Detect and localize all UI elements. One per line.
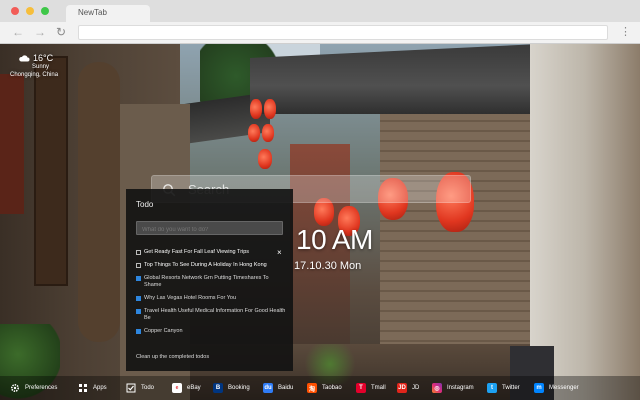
todo-item-text: Travel Health Useful Medical Information… [144,308,286,321]
ebay-icon: e [172,383,182,393]
todo-item-text: Top Things To See During A Holiday In Ho… [144,262,267,268]
todo-item[interactable]: Get Ready Fast For Fall Leaf Viewing Tri… [136,249,286,256]
tmall-icon: T [356,383,366,393]
weather-widget[interactable]: 16°C Sunny Chongqing, China [10,53,58,78]
weather-condition: Sunny [32,64,50,70]
todo-item[interactable]: Global Resorts Network Grn Putting Times… [136,275,286,289]
bottom-item-preferences[interactable]: Preferences [10,376,57,400]
bottom-item-label: eBay [187,385,201,391]
jd-icon: JD [397,383,407,393]
reload-icon[interactable]: ↻ [56,25,66,39]
gear-icon [10,383,20,393]
todo-list: Get Ready Fast For Fall Leaf Viewing Tri… [136,249,286,341]
weather-location: Chongqing, China [10,72,59,78]
checkbox-icon [126,383,136,393]
todo-item[interactable]: Copper Canyon [136,328,286,335]
clock-date: 17.10.30 Mon [294,260,362,272]
todo-checkbox-checked[interactable] [136,276,141,281]
maximize-window-button[interactable] [41,7,49,15]
bottom-item-booking[interactable]: B Booking [213,376,250,400]
bottom-item-label: Instagram [447,385,474,391]
back-arrow-icon[interactable]: ← [12,25,24,39]
wooden-sign [34,56,68,286]
bottom-item-tmall[interactable]: T Tmall [356,376,386,400]
bottom-item-label: Preferences [25,385,58,391]
bottom-item-jd[interactable]: JD JD [397,376,419,400]
todo-panel: Todo × Get Ready Fast For Fall Leaf View… [126,189,293,371]
tab-bar: NewTab [0,0,640,22]
todo-checkbox-checked[interactable] [136,329,141,334]
todo-checkbox[interactable] [136,263,141,268]
clear-completed-link[interactable]: Clean up the completed todos [136,354,209,360]
bottom-item-taobao[interactable]: 淘 Taobao [307,376,342,400]
clock-time: 10 AM [296,224,373,255]
browser-toolbar: ← → ↻ ⋮ [0,22,640,44]
twitter-icon: t [487,383,497,393]
bottom-item-baidu[interactable]: du Baidu [263,376,293,400]
taobao-icon: 淘 [307,383,317,393]
bottom-bar: Preferences Apps Todo e eBay B Booking d… [0,376,640,400]
bottom-item-label: Twitter [502,385,520,391]
todo-input[interactable] [136,221,283,235]
lantern [248,124,260,142]
todo-item[interactable]: Why Las Vegas Hotel Rooms For You [136,295,286,302]
bottom-item-label: Tmall [371,385,386,391]
address-bar[interactable] [78,25,608,40]
messenger-icon: m [534,383,544,393]
todo-item[interactable]: Top Things To See During A Holiday In Ho… [136,262,286,269]
bottom-item-label: JD [412,385,420,391]
forward-arrow-icon[interactable]: → [34,25,46,39]
todo-item-text: Copper Canyon [144,328,183,334]
todo-item-text: Global Resorts Network Grn Putting Times… [144,275,269,288]
todo-item[interactable]: Travel Health Useful Medical Information… [136,308,286,322]
todo-item-text: Get Ready Fast For Fall Leaf Viewing Tri… [144,249,250,255]
bottom-item-apps[interactable]: Apps [78,376,107,400]
booking-icon: B [213,383,223,393]
lantern [250,99,262,119]
todo-checkbox-checked[interactable] [136,309,141,314]
browser-tab[interactable]: NewTab [66,5,150,22]
lantern [258,149,272,169]
minimize-window-button[interactable] [26,7,34,15]
bottom-item-todo[interactable]: Todo [126,376,154,400]
todo-checkbox-checked[interactable] [136,296,141,301]
apps-grid-icon [79,384,87,392]
cloud-icon [19,55,30,62]
red-sign [0,74,24,214]
bottom-item-messenger[interactable]: m Messenger [534,376,579,400]
bottom-item-label: Apps [93,385,107,391]
lantern [264,99,276,119]
bottom-item-label: Booking [228,385,250,391]
temperature: 16°C [33,53,54,63]
bottom-item-label: Todo [141,385,155,391]
todo-title: Todo [136,200,154,209]
todo-item-text: Why Las Vegas Hotel Rooms For You [144,295,237,301]
bottom-item-twitter[interactable]: t Twitter [487,376,520,400]
todo-checkbox[interactable] [136,250,141,255]
wooden-sign-round [78,62,120,342]
lantern [262,124,274,142]
close-window-button[interactable] [11,7,19,15]
background-photo [0,44,640,400]
bottom-item-label: Messenger [549,385,579,391]
browser-menu-icon[interactable]: ⋮ [620,25,631,39]
bottom-item-label: Baidu [278,385,294,391]
instagram-icon: ◎ [432,383,442,393]
bottom-item-instagram[interactable]: ◎ Instagram [432,376,474,400]
bottom-item-label: Taobao [322,385,342,391]
baidu-icon: du [263,383,273,393]
bottom-item-ebay[interactable]: e eBay [172,376,201,400]
